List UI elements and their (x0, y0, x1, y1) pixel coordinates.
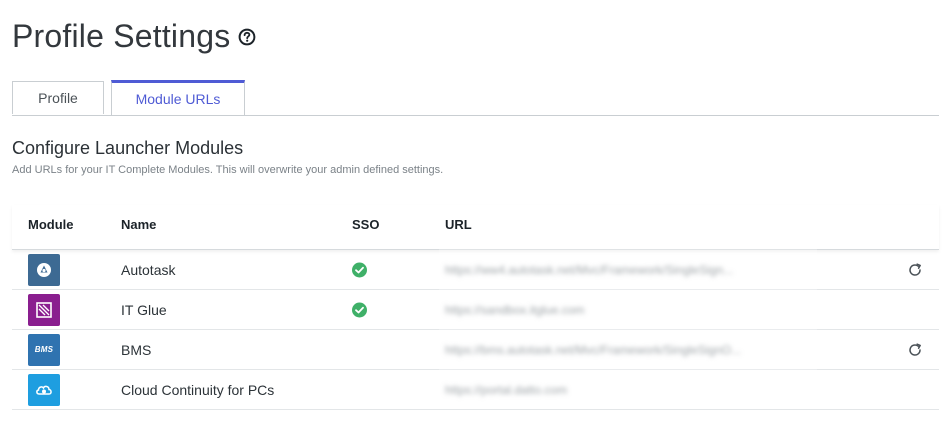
modules-table: Module Name SSO URL Autotask https://ww4… (12, 205, 939, 410)
it-glue-logo-icon (28, 293, 60, 326)
tab-module-urls-label: Module URLs (135, 91, 221, 107)
page-header: Profile Settings (12, 18, 256, 55)
question-circle-icon[interactable] (238, 28, 256, 46)
table-header-row: Module Name SSO URL (12, 205, 939, 250)
table-row: Autotask https://ww4.autotask.net/Mvc/Fr… (12, 248, 939, 290)
module-name: IT Glue (121, 301, 167, 318)
header-sso: SSO (352, 217, 380, 232)
bms-logo-text: BMS (34, 345, 54, 354)
section-title: Configure Launcher Modules (12, 138, 244, 158)
table-row: Cloud Continuity for PCs https://portal.… (12, 368, 939, 410)
module-name: Autotask (121, 261, 176, 278)
module-url[interactable]: https://sandbox.itglue.com (445, 303, 584, 317)
module-url[interactable]: https://bms.autotask.net/Mvc/Framework/S… (445, 343, 741, 357)
cloud-continuity-logo-icon (28, 373, 60, 406)
check-circle-icon (352, 302, 367, 317)
table-row: IT Glue https://sandbox.itglue.com (12, 288, 939, 330)
tab-module-urls[interactable]: Module URLs (111, 80, 245, 115)
section-subtitle: Add URLs for your IT Complete Modules. T… (12, 164, 444, 176)
module-url[interactable]: https://portal.datto.com (445, 383, 567, 397)
bms-logo-icon: BMS (28, 333, 60, 366)
header-module: Module (28, 217, 74, 232)
reset-icon[interactable] (907, 262, 923, 278)
header-url: URL (445, 217, 472, 232)
autotask-logo-icon (28, 253, 60, 286)
tab-profile-label: Profile (38, 90, 78, 106)
tab-profile[interactable]: Profile (12, 81, 104, 114)
page-title: Profile Settings (12, 18, 231, 54)
table-row: BMS BMS https://bms.autotask.net/Mvc/Fra… (12, 328, 939, 370)
tab-bar: Profile Module URLs (12, 80, 939, 116)
module-name: BMS (121, 341, 152, 358)
reset-icon[interactable] (907, 342, 923, 358)
check-circle-icon (352, 262, 367, 277)
header-name: Name (121, 217, 157, 232)
module-url[interactable]: https://ww4.autotask.net/Mvc/Framework/S… (445, 263, 733, 277)
module-name: Cloud Continuity for PCs (121, 381, 275, 398)
